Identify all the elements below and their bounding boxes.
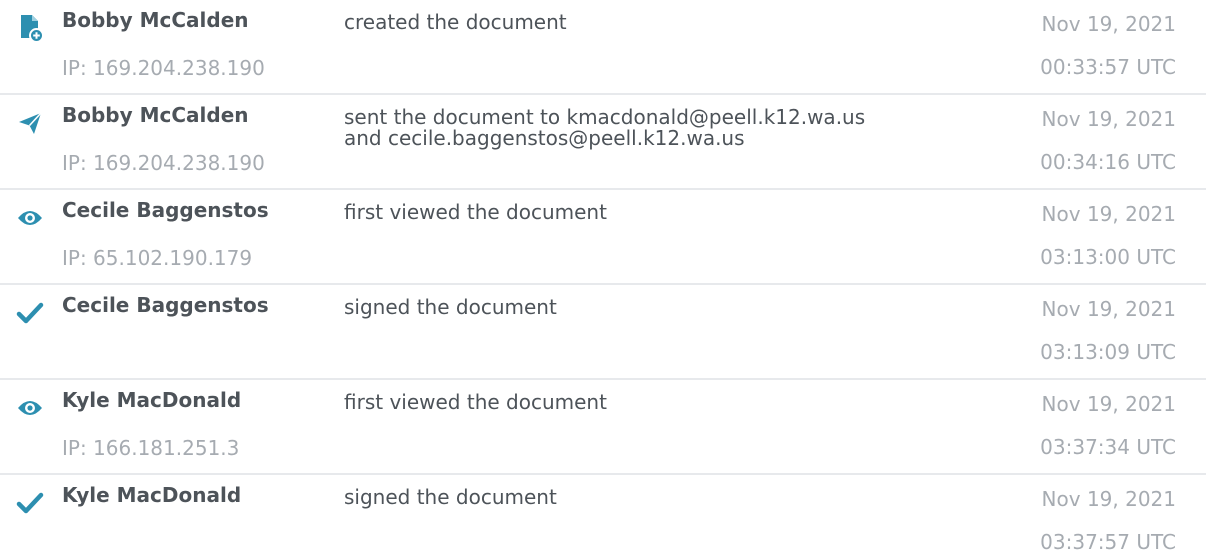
event-action: sent the document to kmacdonald@peell.k1…: [344, 107, 984, 149]
event-ip-address: IP: 65.102.190.179: [62, 246, 253, 270]
event-action: created the document: [344, 10, 567, 34]
event-time: 00:33:57 UTC: [1040, 55, 1176, 79]
checkmark-icon: [14, 297, 46, 329]
audit-event-row: Cecile Baggenstos signed the document No…: [0, 285, 1206, 380]
event-ip-address: IP: 169.204.238.190: [62, 151, 265, 175]
audit-trail-log: Bobby McCalden IP: 169.204.238.190 creat…: [0, 0, 1206, 559]
event-date: Nov 19, 2021: [1041, 297, 1176, 321]
eye-icon: [14, 202, 46, 234]
event-actor-name: Kyle MacDonald: [62, 388, 242, 412]
event-action: signed the document: [344, 295, 557, 319]
audit-event-row: Bobby McCalden IP: 169.204.238.190 creat…: [0, 0, 1206, 95]
event-date: Nov 19, 2021: [1041, 202, 1176, 226]
audit-event-row: Bobby McCalden IP: 169.204.238.190 sent …: [0, 95, 1206, 190]
eye-icon: [14, 392, 46, 424]
event-ip-address: IP: 169.204.238.190: [62, 56, 265, 80]
audit-event-row: Cecile Baggenstos IP: 65.102.190.179 fir…: [0, 190, 1206, 285]
event-ip-address: IP: 166.181.251.3: [62, 436, 240, 460]
event-date: Nov 19, 2021: [1041, 107, 1176, 131]
event-time: 03:37:57 UTC: [1040, 530, 1176, 554]
event-actor-name: Bobby McCalden: [62, 8, 249, 32]
audit-event-row: Kyle MacDonald signed the document Nov 1…: [0, 475, 1206, 559]
event-time: 03:13:00 UTC: [1040, 245, 1176, 269]
event-action: first viewed the document: [344, 390, 607, 414]
event-action: first viewed the document: [344, 200, 607, 224]
event-actor-name: Kyle MacDonald: [62, 483, 242, 507]
event-date: Nov 19, 2021: [1041, 12, 1176, 36]
event-time: 03:37:34 UTC: [1040, 435, 1176, 459]
event-actor-name: Cecile Baggenstos: [62, 198, 269, 222]
event-action: signed the document: [344, 485, 557, 509]
event-time: 03:13:09 UTC: [1040, 340, 1176, 364]
event-actor-name: Cecile Baggenstos: [62, 293, 269, 317]
event-actor-name: Bobby McCalden: [62, 103, 249, 127]
event-action-line: sent the document to kmacdonald@peell.k1…: [344, 105, 866, 129]
event-date: Nov 19, 2021: [1041, 487, 1176, 511]
event-time: 00:34:16 UTC: [1040, 150, 1176, 174]
event-action-line: and cecile.baggenstos@peell.k12.wa.us: [344, 126, 745, 150]
event-date: Nov 19, 2021: [1041, 392, 1176, 416]
document-add-icon: [14, 12, 46, 44]
paper-plane-icon: [14, 107, 46, 139]
audit-event-row: Kyle MacDonald IP: 166.181.251.3 first v…: [0, 380, 1206, 475]
checkmark-icon: [14, 487, 46, 519]
